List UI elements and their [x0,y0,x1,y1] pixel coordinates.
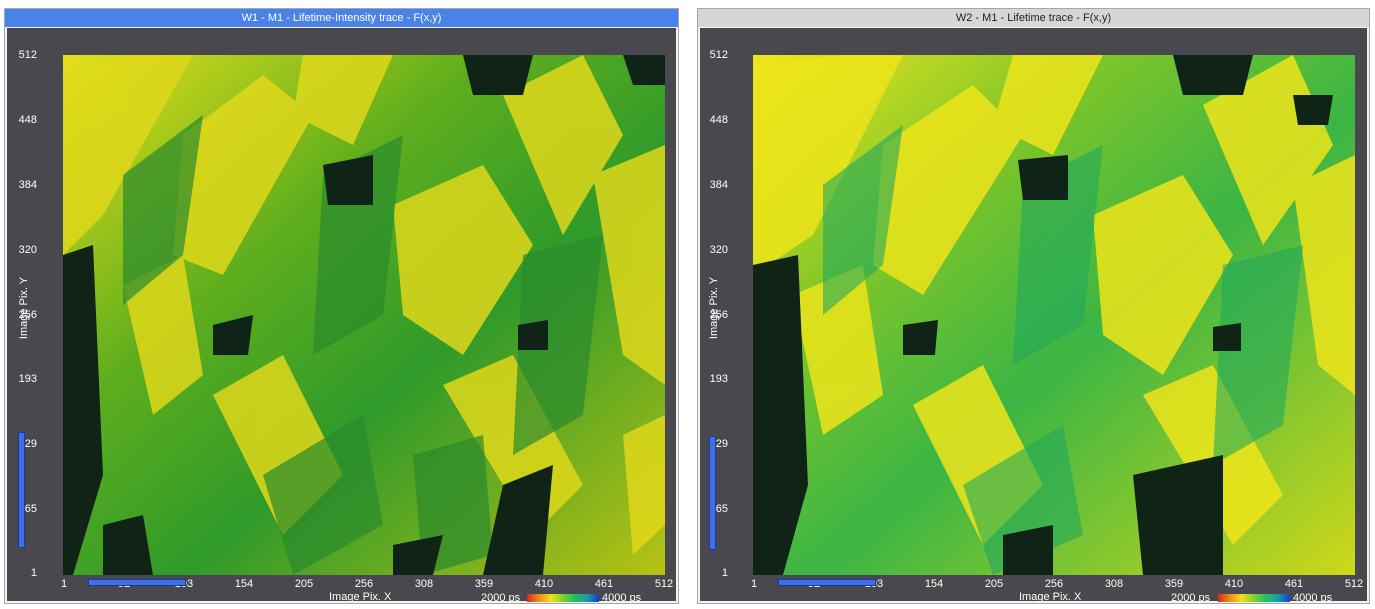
y-tick: 512 [709,49,728,61]
y-tick: 384 [709,179,728,191]
window-w1[interactable]: W1 - M1 - Lifetime-Intensity trace - F(x… [4,8,679,604]
x-tick: 308 [1104,578,1124,590]
x-tick: 410 [1224,578,1244,590]
x-tick: 359 [1164,578,1184,590]
flim-image-w1 [63,55,665,575]
y-tick: 448 [18,114,37,126]
y-tick: 512 [18,49,37,61]
lifetime-image[interactable] [753,55,1355,575]
plot-area-w2: 512 448 384 320 256 193 129 65 1 Image P… [700,28,1367,604]
x-tick: 512 [654,578,674,590]
x-tick: 205 [294,578,314,590]
x-tick: 461 [594,578,614,590]
x-tick: 461 [1284,578,1304,590]
vertical-zoom-slider[interactable] [709,436,716,550]
horizontal-zoom-slider[interactable] [778,579,876,586]
window-title-w2[interactable]: W2 - M1 - Lifetime trace - F(x,y) [698,9,1369,27]
y-tick: 193 [709,373,728,385]
y-axis-label: Image Pix. Y [18,276,31,340]
vertical-zoom-slider[interactable] [18,432,25,548]
y-tick: 193 [18,373,37,385]
y-tick: 320 [18,244,37,256]
x-axis-label: Image Pix. X [329,591,392,603]
colorbar-max-label: 4000 ps [602,592,642,604]
y-tick: 1 [721,567,728,579]
lifetime-colorbar[interactable] [1218,594,1290,602]
x-tick: 1 [60,578,68,590]
y-tick: 1 [30,567,37,579]
y-tick: 384 [18,179,37,191]
x-tick: 359 [474,578,494,590]
window-title-w1[interactable]: W1 - M1 - Lifetime-Intensity trace - F(x… [5,9,678,27]
x-axis-label: Image Pix. X [1019,591,1082,603]
y-axis-label: Image Pix. Y [708,276,721,340]
x-tick: 154 [234,578,254,590]
x-tick: 256 [354,578,374,590]
plot-area-w1: 512 448 384 320 256 193 129 65 1 Image P… [7,28,676,604]
colorbar-min-label: 2000 ps [1171,592,1211,604]
x-tick: 1 [750,578,758,590]
x-tick: 308 [414,578,434,590]
x-tick: 410 [534,578,554,590]
x-tick: 205 [984,578,1004,590]
y-tick: 320 [709,244,728,256]
colorbar-max-label: 4000 ps [1293,592,1333,604]
x-tick: 154 [924,578,944,590]
lifetime-intensity-image[interactable] [63,55,665,575]
flim-image-w2 [753,55,1355,575]
window-w2[interactable]: W2 - M1 - Lifetime trace - F(x,y) 512 44… [697,8,1370,604]
y-tick: 448 [709,114,728,126]
horizontal-zoom-slider[interactable] [88,579,186,586]
lifetime-colorbar[interactable] [527,594,599,602]
x-tick: 512 [1344,578,1364,590]
x-tick: 256 [1044,578,1064,590]
colorbar-min-label: 2000 ps [481,592,521,604]
